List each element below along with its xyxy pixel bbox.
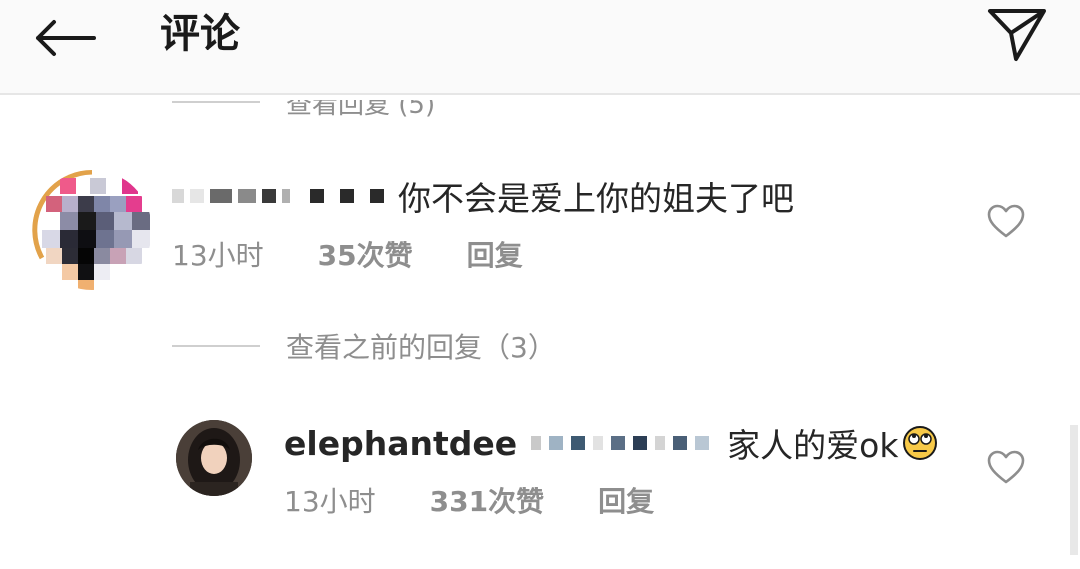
heart-outline-icon — [987, 450, 1025, 484]
redacted-mention — [531, 436, 717, 450]
face-with-rolling-eyes-icon — [903, 426, 938, 460]
comment-time: 13小时 — [172, 239, 264, 272]
reply-button[interactable]: 回复 — [598, 480, 654, 520]
divider-line — [172, 101, 260, 103]
comment-text: 你不会是爱上你的姐夫了吧 — [398, 179, 794, 218]
page-title: 评论 — [160, 11, 240, 57]
arrow-left-icon — [36, 20, 96, 56]
reply-body: elephantdee 家人的爱ok — [284, 418, 938, 468]
username-link[interactable]: elephantdee — [284, 424, 517, 463]
reply-likes[interactable]: 331次赞 — [430, 480, 544, 520]
reply-button[interactable]: 回复 — [467, 234, 523, 274]
avatar[interactable] — [32, 170, 152, 290]
reply-text: 家人的爱ok — [727, 426, 899, 465]
comment-body: 你不会是爱上你的姐夫了吧 — [172, 170, 794, 222]
user-photo — [176, 420, 252, 496]
comment-likes[interactable]: 35次赞 — [318, 234, 413, 274]
reply-time: 13小时 — [284, 485, 376, 518]
scrollbar[interactable] — [1070, 425, 1078, 555]
share-button[interactable] — [982, 2, 1052, 66]
divider-line — [172, 345, 260, 347]
like-button[interactable] — [986, 202, 1026, 242]
heart-outline-icon — [987, 204, 1025, 238]
top-bar: 评论 — [0, 0, 1080, 95]
paper-plane-icon — [988, 9, 1046, 61]
view-earlier-label: 查看之前的回复（3） — [286, 331, 556, 364]
avatar[interactable] — [176, 420, 252, 496]
back-button[interactable] — [28, 10, 100, 66]
view-earlier-replies[interactable]: 查看之前的回复（3） — [172, 324, 556, 368]
reply-meta: 13小时 331次赞 回复 — [284, 478, 654, 522]
comments-screen: 评论 查看回复 (5) 你不会是爱上你的姐夫了吧 13小时 35次赞 回复 查看… — [0, 0, 1080, 569]
comment-meta: 13小时 35次赞 回复 — [172, 232, 523, 276]
pixelated-avatar-image — [32, 170, 152, 290]
redacted-username — [172, 189, 390, 203]
like-button[interactable] — [986, 448, 1026, 488]
